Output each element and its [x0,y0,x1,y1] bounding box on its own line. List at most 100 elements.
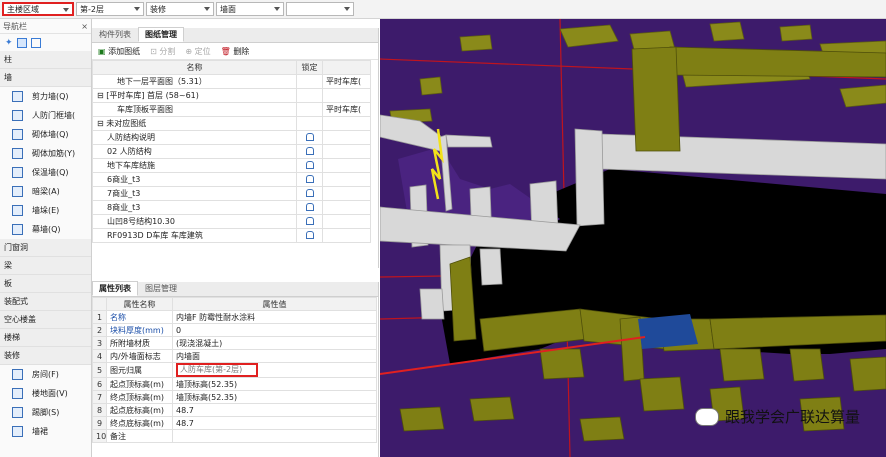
property-row[interactable]: 6 起点顶标高(m) 墙顶标高(52.35) [92,377,377,391]
nav-item-hidden-beam[interactable]: 暗梁(A) [0,182,91,201]
property-value[interactable]: 0 [172,323,377,337]
table-row[interactable]: 人防结构说明 [92,130,371,145]
nav-category-column[interactable]: 柱 [0,51,91,69]
property-value[interactable]: 墙顶标高(52.35) [172,390,377,404]
lock-cell[interactable] [296,102,323,117]
tab-component-list[interactable]: 构件列表 [92,27,138,42]
lock-icon[interactable] [305,160,314,169]
nav-item-dado[interactable]: 墙裙 [0,422,91,441]
drawing-name[interactable]: 地下车库结施 [92,158,297,173]
table-row[interactable]: 地下车库结施 [92,158,371,173]
pin-icon[interactable]: ✦ [5,38,13,48]
lock-cell[interactable] [296,186,323,201]
lock-icon[interactable] [305,174,314,183]
detail-view-icon[interactable] [30,37,41,48]
property-row[interactable]: 8 起点底标高(m) 48.7 [92,403,377,417]
lock-icon[interactable] [305,188,314,197]
drawing-name[interactable]: 02 人防结构 [92,144,297,159]
table-row[interactable]: ⊟ 未对应图纸 [92,116,371,131]
lock-icon[interactable] [305,230,314,239]
tab-layer-management[interactable]: 图层管理 [138,281,184,296]
property-value[interactable]: 墙顶标高(52.35) [172,377,377,391]
nav-item-curtain-wall[interactable]: 幕墙(Q) [0,220,91,239]
lock-cell[interactable] [296,158,323,173]
lock-icon[interactable] [305,202,314,211]
lock-icon[interactable] [305,132,314,141]
nav-item-wall-pier[interactable]: 墙垛(E) [0,201,91,220]
column-header-lock[interactable]: 锁定 [296,60,323,75]
table-row[interactable]: 山凹8号结构10.30 [92,214,371,229]
region-select[interactable]: 主楼区域 [2,2,74,16]
lock-cell[interactable] [296,200,323,215]
lock-cell[interactable] [296,144,323,159]
nav-category-slab[interactable]: 板 [0,275,91,293]
locate-button[interactable]: ⊕ 定位 [185,46,210,57]
collapse-icon[interactable]: ⊟ [97,91,106,100]
property-value[interactable] [172,429,377,443]
lock-cell[interactable] [296,130,323,145]
drawing-name[interactable]: RF0913D D车库 车库建筑 [92,228,297,243]
table-row[interactable]: 7商业_t3 [92,186,371,201]
nav-category-prefab[interactable]: 装配式 [0,293,91,311]
property-row[interactable]: 1 名称 内墙F 防霉性耐水涂料 [92,310,377,324]
component-select[interactable] [286,2,354,16]
category-select[interactable]: 装修 [146,2,214,16]
lock-cell[interactable] [296,74,323,89]
property-row[interactable]: 9 终点底标高(m) 48.7 [92,416,377,430]
close-icon[interactable]: × [81,22,88,31]
nav-category-openings[interactable]: 门窗洞 [0,239,91,257]
nav-category-beam[interactable]: 梁 [0,257,91,275]
nav-category-hollow-floor[interactable]: 空心楼盖 [0,311,91,329]
property-row[interactable]: 3 所附墙材质 (现浇混凝土) [92,336,377,350]
nav-item-masonry-wall[interactable]: 砌体墙(Q) [0,125,91,144]
drawing-name[interactable]: 8商业_t3 [92,200,297,215]
split-button[interactable]: ⊡ 分割 [150,46,175,57]
add-drawing-button[interactable]: ▣ 添加图纸 [98,46,140,57]
drawing-name[interactable]: 山凹8号结构10.30 [92,214,297,229]
table-row[interactable]: 车库顶板平面图 平时车库( [92,102,371,117]
tab-drawing-management[interactable]: 图纸管理 [138,27,184,42]
nav-item-civil-defense-door-wall[interactable]: 人防门框墙( [0,106,91,125]
collapse-icon[interactable]: ⊟ [97,119,106,128]
lock-icon[interactable] [305,216,314,225]
drawing-name[interactable]: 车库顶板平面图 [92,102,297,117]
table-row[interactable]: 6商业_t3 [92,172,371,187]
property-row[interactable]: 10 备注 [92,429,377,443]
table-row[interactable]: 8商业_t3 [92,200,371,215]
drawing-group-name[interactable]: ⊟ [平时车库] 首层 (58~61) [92,88,297,103]
nav-item-masonry-rebar[interactable]: 砌体加筋(Y) [0,144,91,163]
drawing-name[interactable]: 地下一层平面图（5.31） [92,74,297,89]
nav-category-stair[interactable]: 楼梯 [0,329,91,347]
property-value[interactable]: 48.7 [172,416,377,430]
drawing-name[interactable]: 人防结构说明 [92,130,297,145]
drawing-name[interactable]: 6商业_t3 [92,172,297,187]
lock-cell[interactable] [296,88,323,103]
table-row[interactable]: 02 人防结构 [92,144,371,159]
lock-cell[interactable] [296,228,323,243]
property-row[interactable]: 2 块料厚度(mm) 0 [92,323,377,337]
drawing-name[interactable]: 7商业_t3 [92,186,297,201]
tab-property-list[interactable]: 属性列表 [92,281,138,296]
table-row[interactable]: 地下一层平面图（5.31） 平时车库( [92,74,371,89]
nav-category-wall[interactable]: 墙 [0,69,91,87]
floor-select[interactable]: 第-2层 [76,2,144,16]
nav-item-shear-wall[interactable]: 剪力墙(Q) [0,87,91,106]
model-viewport[interactable]: 跟我学会广联达算量 [380,19,886,457]
delete-button[interactable]: 🗑 删除 [221,46,250,57]
type-select[interactable]: 墙面 [216,2,284,16]
table-row[interactable]: RF0913D D车库 车库建筑 [92,228,371,243]
property-value[interactable]: 48.7 [172,403,377,417]
nav-item-room[interactable]: 房间(F) [0,365,91,384]
selected-wall-face[interactable] [638,314,698,349]
drawing-group-name[interactable]: ⊟ 未对应图纸 [92,116,297,131]
nav-category-decoration[interactable]: 装修 [0,347,91,365]
table-row[interactable]: ⊟ [平时车库] 首层 (58~61) [92,88,371,103]
property-value[interactable]: (现浇混凝土) [172,336,377,350]
property-value[interactable]: 内墙F 防霉性耐水涂料 [172,310,377,324]
property-row[interactable]: 7 终点顶标高(m) 墙顶标高(52.35) [92,390,377,404]
column-header-name[interactable]: 名称 [92,60,297,75]
nav-item-floor-finish[interactable]: 楼地面(V) [0,384,91,403]
property-value[interactable]: 内墙面 [172,349,377,363]
lock-cell[interactable] [296,172,323,187]
lock-cell[interactable] [296,116,323,131]
